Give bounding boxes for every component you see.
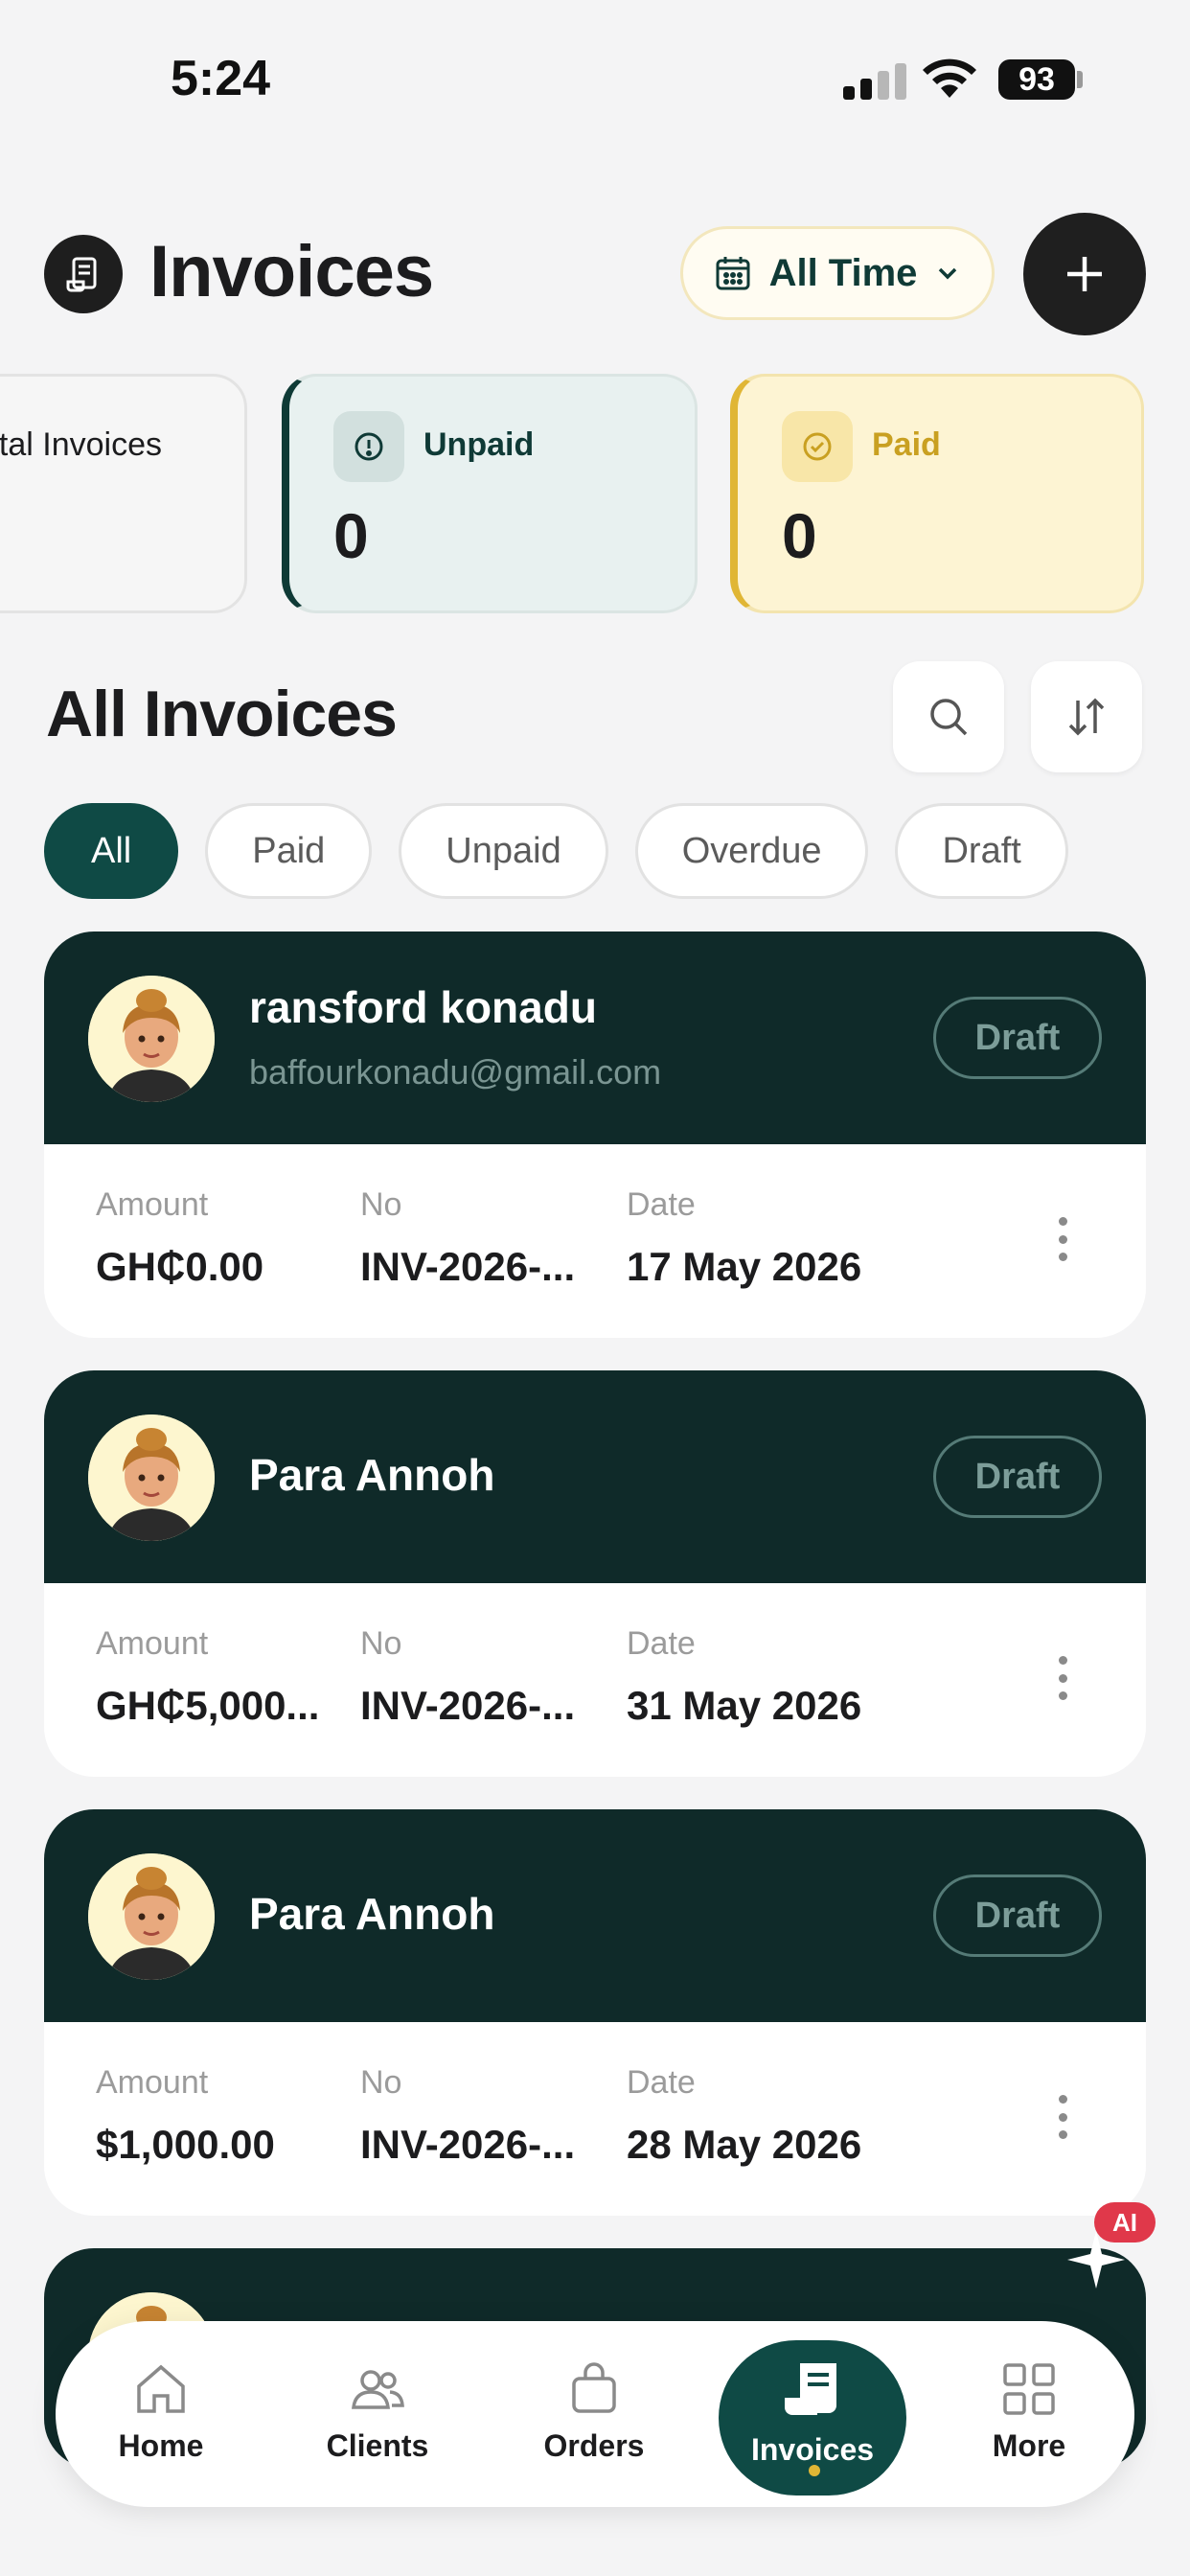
time-filter-dropdown[interactable]: All Time xyxy=(680,226,995,320)
nav-orders[interactable]: Orders xyxy=(508,2359,680,2474)
wifi-icon xyxy=(923,58,976,98)
nav-invoices-label: Invoices xyxy=(750,2432,875,2467)
stat-card-unpaid[interactable]: Unpaid 0 xyxy=(282,374,698,613)
invoice-card-header: ransford konadu baffourkonadu@gmail.com … xyxy=(44,932,1146,1144)
invoice-no-value: INV-2026-... xyxy=(360,1683,576,1728)
date-label: Date xyxy=(627,2064,696,2101)
invoice-card-body: Amount $1,000.00 No INV-2026-... Date 28… xyxy=(44,2022,1146,2216)
invoice-card[interactable]: Para Annoh Draft Amount GH₵5,000... No I… xyxy=(44,1370,1146,1777)
invoice-card-body: Amount GH₵5,000... No INV-2026-... Date … xyxy=(44,1583,1146,1777)
stat-unpaid-label: Unpaid xyxy=(423,426,535,463)
more-options-icon[interactable] xyxy=(1058,1656,1067,1700)
sort-button[interactable] xyxy=(1031,661,1142,772)
calendar-icon xyxy=(716,257,750,290)
date-label: Date xyxy=(627,1186,696,1223)
filter-chip-all[interactable]: All xyxy=(44,803,179,899)
client-name: ransford konadu xyxy=(249,982,597,1032)
more-options-icon[interactable] xyxy=(1058,2095,1067,2139)
client-name: Para Annoh xyxy=(249,1450,495,1500)
status-badge: Draft xyxy=(933,997,1102,1079)
stat-card-total[interactable]: Total Invoices xyxy=(0,374,247,613)
stat-card-paid[interactable]: Paid 0 xyxy=(730,374,1144,613)
client-name: Para Annoh xyxy=(249,1889,495,1939)
plus-icon xyxy=(1067,257,1102,291)
stat-total-label: Total Invoices xyxy=(0,426,162,463)
alert-circle-icon xyxy=(333,411,404,482)
active-indicator-dot xyxy=(809,2465,820,2476)
battery-tip xyxy=(1077,71,1083,88)
page-title: Invoices xyxy=(149,231,434,312)
date-value: 31 May 2026 xyxy=(627,1683,862,1728)
amount-value: GH₵5,000... xyxy=(96,1683,320,1728)
clients-icon xyxy=(352,2370,404,2409)
status-badge: Draft xyxy=(933,1874,1102,1957)
amount-value: GH₵0.00 xyxy=(96,1244,264,1289)
status-badge: Draft xyxy=(933,1436,1102,1518)
amount-value: $1,000.00 xyxy=(96,2122,275,2167)
filter-chip-overdue[interactable]: Overdue xyxy=(634,803,869,899)
amount-label: Amount xyxy=(96,1186,209,1223)
nav-clients[interactable]: Clients xyxy=(291,2359,464,2474)
add-invoice-button[interactable] xyxy=(1023,213,1146,335)
avatar xyxy=(88,976,215,1102)
check-circle-icon xyxy=(782,411,853,482)
invoice-no-value: INV-2026-... xyxy=(360,1244,576,1289)
client-email: baffourkonadu@gmail.com xyxy=(249,1052,662,1092)
filter-chip-draft[interactable]: Draft xyxy=(895,803,1068,899)
date-label: Date xyxy=(627,1625,696,1662)
filter-chips: All Paid Unpaid Overdue Draft xyxy=(44,803,1068,899)
avatar xyxy=(88,1853,215,1980)
section-title: All Invoices xyxy=(46,678,398,750)
search-button[interactable] xyxy=(893,661,1004,772)
invoice-icon xyxy=(785,2363,836,2415)
avatar xyxy=(88,1414,215,1541)
time-filter-label: All Time xyxy=(768,251,918,294)
invoice-card[interactable]: ransford konadu baffourkonadu@gmail.com … xyxy=(44,932,1146,1338)
ai-assistant-badge[interactable]: AI xyxy=(1094,2202,1156,2242)
status-bar: 5:24 93 xyxy=(0,0,1190,144)
bottom-navigation: Home Clients Orders Invoices More xyxy=(56,2321,1134,2507)
stat-paid-label: Paid xyxy=(872,426,941,463)
battery-icon: 93 xyxy=(998,59,1075,100)
nav-more-label: More xyxy=(992,2428,1066,2463)
more-options-icon[interactable] xyxy=(1058,1217,1067,1261)
bag-icon xyxy=(572,2362,616,2413)
invoice-no-label: No xyxy=(360,2064,402,2101)
stat-unpaid-value: 0 xyxy=(333,500,369,571)
filter-chip-paid[interactable]: Paid xyxy=(205,803,373,899)
home-icon xyxy=(137,2364,185,2413)
invoice-no-label: No xyxy=(360,1186,402,1223)
invoice-no-value: INV-2026-... xyxy=(360,2122,576,2167)
sort-icon xyxy=(1068,698,1105,736)
nav-orders-label: Orders xyxy=(543,2428,645,2463)
nav-home-label: Home xyxy=(118,2428,204,2463)
invoice-card-body: Amount GH₵0.00 No INV-2026-... Date 17 M… xyxy=(44,1144,1146,1338)
invoice-card[interactable]: Para Annoh Draft Amount $1,000.00 No INV… xyxy=(44,1809,1146,2216)
chevron-down-icon xyxy=(939,267,957,280)
date-value: 17 May 2026 xyxy=(627,1244,862,1289)
invoice-card-header: Para Annoh Draft xyxy=(44,1809,1146,2022)
stat-paid-value: 0 xyxy=(782,500,817,571)
grid-icon xyxy=(1003,2363,1055,2415)
search-icon xyxy=(930,699,968,736)
nav-clients-label: Clients xyxy=(326,2428,429,2463)
nav-more[interactable]: More xyxy=(943,2359,1115,2474)
status-time: 5:24 xyxy=(171,51,271,106)
filter-chip-unpaid[interactable]: Unpaid xyxy=(399,803,608,899)
amount-label: Amount xyxy=(96,1625,209,1662)
amount-label: Amount xyxy=(96,2064,209,2101)
nav-home[interactable]: Home xyxy=(75,2359,247,2474)
signal-icon xyxy=(843,61,906,100)
invoice-no-label: No xyxy=(360,1625,402,1662)
invoice-card-header: Para Annoh Draft xyxy=(44,1370,1146,1583)
invoice-header-icon xyxy=(44,235,123,313)
date-value: 28 May 2026 xyxy=(627,2122,862,2167)
